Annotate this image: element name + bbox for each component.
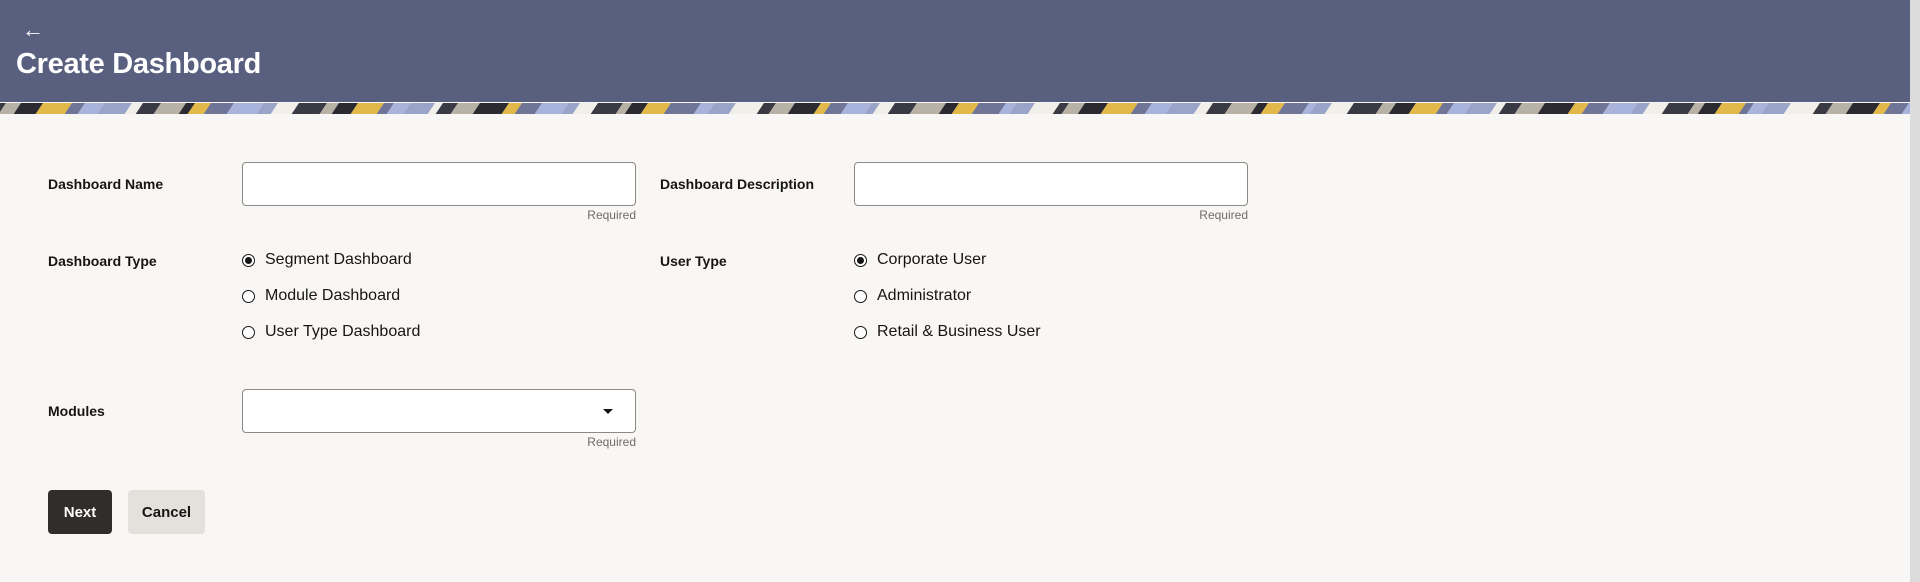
radio-administrator[interactable]: Administrator bbox=[854, 287, 971, 305]
radio-label: Corporate User bbox=[877, 251, 987, 268]
user-type-label: User Type bbox=[660, 253, 727, 269]
page-header: ← Create Dashboard bbox=[0, 0, 1910, 102]
dashboard-description-required-hint: Required bbox=[1199, 208, 1248, 222]
dashboard-name-input[interactable] bbox=[242, 162, 636, 206]
arrow-left-icon: ← bbox=[22, 17, 44, 42]
radio-unchecked-icon bbox=[242, 325, 255, 339]
radio-label: Module Dashboard bbox=[265, 287, 401, 304]
radio-retail-business-user[interactable]: Retail & Business User bbox=[854, 323, 1041, 341]
radio-checked-icon bbox=[854, 253, 867, 267]
dashboard-description-input[interactable] bbox=[854, 162, 1248, 206]
header-pattern-band bbox=[0, 102, 1910, 114]
radio-unchecked-icon bbox=[854, 325, 867, 339]
next-button[interactable]: Next bbox=[48, 490, 112, 534]
back-button[interactable]: ← bbox=[22, 18, 46, 42]
radio-label: Segment Dashboard bbox=[265, 251, 412, 268]
dashboard-name-required-hint: Required bbox=[587, 208, 636, 222]
radio-user-type-dashboard[interactable]: User Type Dashboard bbox=[242, 323, 420, 341]
radio-checked-icon bbox=[242, 253, 255, 267]
radio-label: User Type Dashboard bbox=[265, 323, 421, 340]
radio-label: Administrator bbox=[877, 287, 972, 304]
radio-unchecked-icon bbox=[854, 289, 867, 303]
caret-down-icon bbox=[603, 409, 613, 414]
page-title: Create Dashboard bbox=[16, 48, 261, 80]
radio-module-dashboard[interactable]: Module Dashboard bbox=[242, 287, 400, 305]
radio-corporate-user[interactable]: Corporate User bbox=[854, 251, 986, 269]
radio-unchecked-icon bbox=[242, 289, 255, 303]
modules-select[interactable] bbox=[242, 389, 636, 433]
radio-label: Retail & Business User bbox=[877, 323, 1041, 340]
dashboard-name-label: Dashboard Name bbox=[48, 176, 164, 192]
dashboard-description-label: Dashboard Description bbox=[660, 176, 815, 192]
modules-label: Modules bbox=[48, 403, 105, 419]
dashboard-type-label: Dashboard Type bbox=[48, 253, 157, 269]
radio-segment-dashboard[interactable]: Segment Dashboard bbox=[242, 251, 412, 269]
cancel-button[interactable]: Cancel bbox=[128, 490, 205, 534]
modules-required-hint: Required bbox=[587, 435, 636, 449]
vertical-scrollbar[interactable] bbox=[1910, 0, 1920, 582]
